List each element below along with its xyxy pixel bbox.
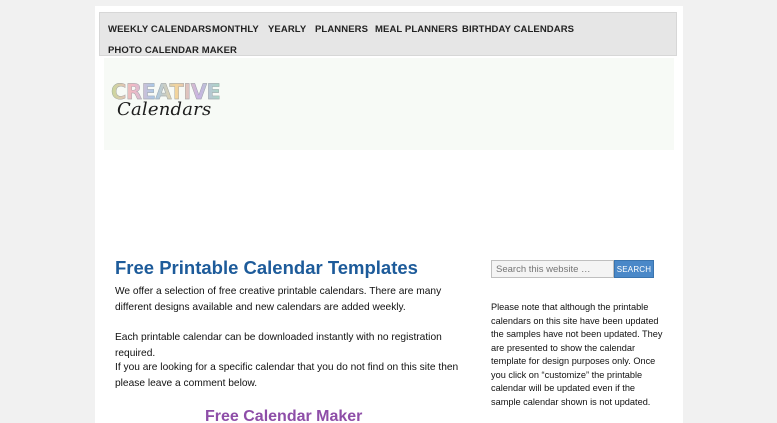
site-logo[interactable]: CREATIVE Calendars [111, 81, 221, 126]
nav-item-planners[interactable]: PLANNERS [315, 24, 368, 35]
request-paragraph: If you are looking for a specific calend… [115, 362, 459, 389]
main-navigation: WEEKLY CALENDARS MONTHLY YEARLY PLANNERS… [99, 12, 677, 56]
search-button[interactable]: SEARCH [614, 260, 654, 278]
page-title: Free Printable Calendar Templates [115, 257, 418, 278]
site-header: CREATIVE Calendars [104, 58, 674, 150]
section-heading-calendar-maker: Free Calendar Maker [205, 408, 363, 423]
nav-item-photo-calendar-maker[interactable]: PHOTO CALENDAR MAKER [108, 45, 237, 56]
logo-wordmark-bottom: Calendars [117, 99, 212, 120]
search-input[interactable] [491, 260, 614, 278]
nav-item-monthly[interactable]: MONTHLY [212, 24, 259, 35]
nav-item-yearly[interactable]: YEARLY [268, 24, 306, 35]
intro-paragraph: We offer a selection of free creative pr… [115, 286, 442, 313]
nav-item-meal-planners[interactable]: MEAL PLANNERS [375, 24, 458, 35]
sidebar-note: Please note that although the printable … [491, 302, 663, 407]
download-paragraph: Each printable calendar can be downloade… [115, 332, 442, 359]
nav-item-weekly-calendars[interactable]: WEEKLY CALENDARS [108, 24, 211, 35]
nav-item-birthday-calendars[interactable]: BIRTHDAY CALENDARS [462, 24, 574, 35]
page-container: WEEKLY CALENDARS MONTHLY YEARLY PLANNERS… [95, 6, 683, 423]
